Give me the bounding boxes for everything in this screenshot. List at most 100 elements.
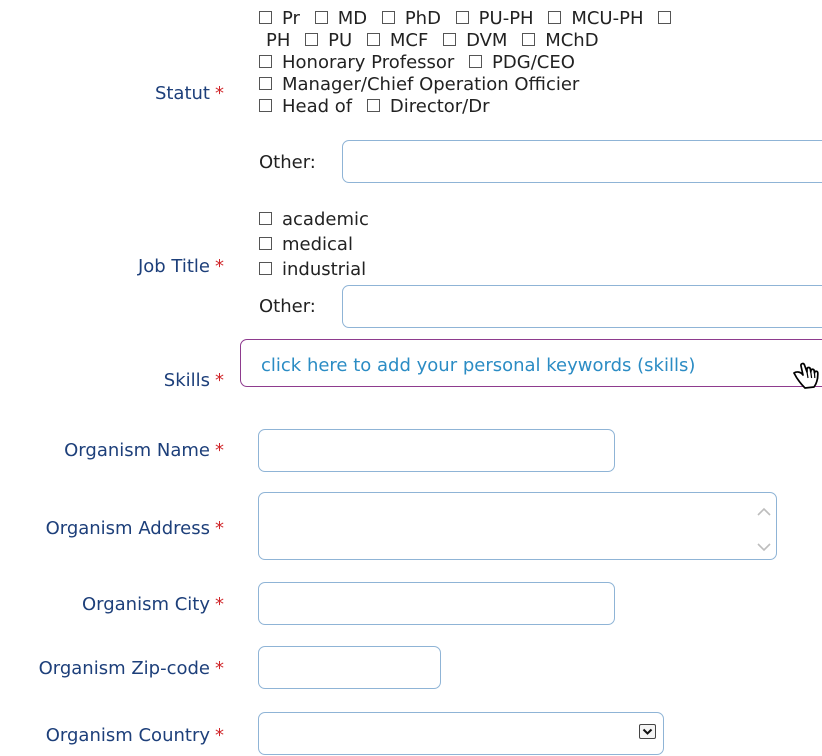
- option-label: Honorary Professor: [282, 52, 455, 73]
- statut-line-3: Honorary Professor PDG/CEO: [259, 52, 819, 74]
- statut-option-pdg-ceo[interactable]: PDG/CEO: [469, 52, 575, 73]
- option-label: academic: [282, 209, 369, 230]
- statut-other-input[interactable]: [342, 140, 822, 183]
- organism-city-input[interactable]: [258, 582, 615, 625]
- statut-option-ph-checkbox[interactable]: [658, 8, 681, 29]
- option-label: Director/Dr: [389, 96, 490, 117]
- option-label: Pr: [282, 8, 300, 29]
- statut-option-ph[interactable]: PH: [266, 30, 290, 51]
- pointing-hand-icon: [791, 360, 822, 395]
- statut-label: Statut *: [155, 84, 224, 104]
- organism-address-label: Organism Address *: [46, 519, 224, 539]
- statut-other-label: Other:: [259, 152, 316, 173]
- statut-option-phd[interactable]: PhD: [381, 8, 441, 29]
- checkbox[interactable]: [658, 11, 672, 24]
- checkbox[interactable]: [259, 262, 272, 275]
- organism-name-label-text: Organism Name: [64, 440, 210, 461]
- organism-address-label-text: Organism Address: [45, 518, 210, 539]
- statut-option-pu-ph[interactable]: PU-PH: [455, 8, 534, 29]
- statut-option-head-of[interactable]: Head of: [259, 96, 352, 117]
- organism-zipcode-label-text: Organism Zip-code: [38, 658, 210, 679]
- scroll-down-icon[interactable]: [756, 537, 772, 558]
- skills-prompt[interactable]: click here to add your personal keywords…: [261, 355, 695, 376]
- checkbox[interactable]: [548, 11, 562, 24]
- checkbox[interactable]: [259, 55, 272, 68]
- job-title-line-2: medical: [259, 232, 819, 257]
- statut-checkbox-group: Pr MD PhD PU-PH MCU-PH PH PU MCF DVM MCh…: [259, 8, 819, 118]
- scroll-up-icon[interactable]: [756, 501, 772, 522]
- organism-name-label: Organism Name *: [64, 441, 224, 461]
- statut-line-5: Head of Director/Dr: [259, 96, 819, 118]
- required-asterisk: *: [215, 83, 224, 104]
- skills-keyword-box[interactable]: click here to add your personal keywords…: [240, 339, 822, 389]
- statut-option-honorary-professor[interactable]: Honorary Professor: [259, 52, 454, 73]
- organism-zipcode-label: Organism Zip-code *: [39, 659, 224, 679]
- checkbox[interactable]: [259, 212, 272, 225]
- checkbox[interactable]: [259, 77, 272, 90]
- statut-option-dvm[interactable]: DVM: [443, 30, 507, 51]
- required-asterisk: *: [215, 594, 224, 615]
- required-asterisk: *: [215, 440, 224, 461]
- checkbox[interactable]: [259, 99, 272, 112]
- checkbox[interactable]: [522, 33, 536, 46]
- organism-address-textarea[interactable]: [258, 492, 777, 560]
- statut-option-md[interactable]: MD: [314, 8, 368, 29]
- option-label: DVM: [466, 30, 508, 51]
- checkbox[interactable]: [259, 237, 272, 250]
- option-label: MCU-PH: [571, 8, 644, 29]
- checkbox[interactable]: [366, 33, 380, 46]
- option-label: PU: [328, 30, 353, 51]
- statut-option-manager-coo[interactable]: Manager/Chief Operation Officier: [259, 74, 579, 95]
- statut-label-text: Statut: [154, 83, 210, 104]
- skills-label-text: Skills: [163, 370, 210, 391]
- checkbox[interactable]: [455, 11, 469, 24]
- required-asterisk: *: [215, 518, 224, 539]
- job-title-label-text: Job Title: [137, 256, 210, 277]
- option-label: medical: [282, 234, 353, 255]
- job-title-option-academic[interactable]: academic: [259, 209, 369, 230]
- job-title-checkbox-group: academic medical industrial: [259, 207, 819, 282]
- organism-zipcode-input[interactable]: [258, 646, 441, 689]
- statut-line-1: Pr MD PhD PU-PH MCU-PH: [259, 8, 819, 30]
- option-label: MChD: [545, 30, 599, 51]
- statut-option-mcu-ph[interactable]: MCU-PH: [548, 8, 644, 29]
- skills-label: Skills *: [164, 371, 224, 391]
- organism-country-label: Organism Country *: [46, 726, 224, 746]
- job-title-other-label: Other:: [259, 296, 316, 317]
- checkbox[interactable]: [305, 33, 319, 46]
- job-title-other-input[interactable]: [342, 285, 822, 328]
- organism-country-select[interactable]: [258, 712, 664, 755]
- option-label: PH: [266, 30, 291, 51]
- option-label: MD: [337, 8, 368, 29]
- required-asterisk: *: [215, 725, 224, 746]
- checkbox[interactable]: [443, 33, 457, 46]
- organism-city-label: Organism City *: [82, 595, 224, 615]
- organism-name-input[interactable]: [258, 429, 615, 472]
- organism-city-label-text: Organism City: [81, 594, 210, 615]
- option-label: PU-PH: [478, 8, 534, 29]
- chevron-down-icon[interactable]: [639, 724, 656, 739]
- checkbox[interactable]: [469, 55, 483, 68]
- option-label: industrial: [282, 259, 367, 280]
- statut-option-pr[interactable]: Pr: [259, 8, 300, 29]
- statut-option-mchd[interactable]: MChD: [522, 30, 599, 51]
- required-asterisk: *: [215, 370, 224, 391]
- option-label: PhD: [404, 8, 441, 29]
- job-title-option-industrial[interactable]: industrial: [259, 259, 366, 280]
- statut-line-4: Manager/Chief Operation Officier: [259, 74, 819, 96]
- job-title-line-3: industrial: [259, 257, 819, 282]
- required-asterisk: *: [215, 658, 224, 679]
- statut-option-pu[interactable]: PU: [305, 30, 352, 51]
- statut-option-director[interactable]: Director/Dr: [366, 96, 490, 117]
- required-asterisk: *: [215, 256, 224, 277]
- option-label: MCF: [389, 30, 429, 51]
- checkbox[interactable]: [366, 99, 380, 112]
- statut-option-mcf[interactable]: MCF: [366, 30, 429, 51]
- organism-country-label-text: Organism Country: [45, 725, 210, 746]
- checkbox[interactable]: [314, 11, 328, 24]
- statut-line-2: PH PU MCF DVM MChD: [259, 30, 819, 52]
- checkbox[interactable]: [259, 11, 272, 24]
- option-label: Head of: [282, 96, 353, 117]
- checkbox[interactable]: [381, 11, 395, 24]
- job-title-option-medical[interactable]: medical: [259, 234, 353, 255]
